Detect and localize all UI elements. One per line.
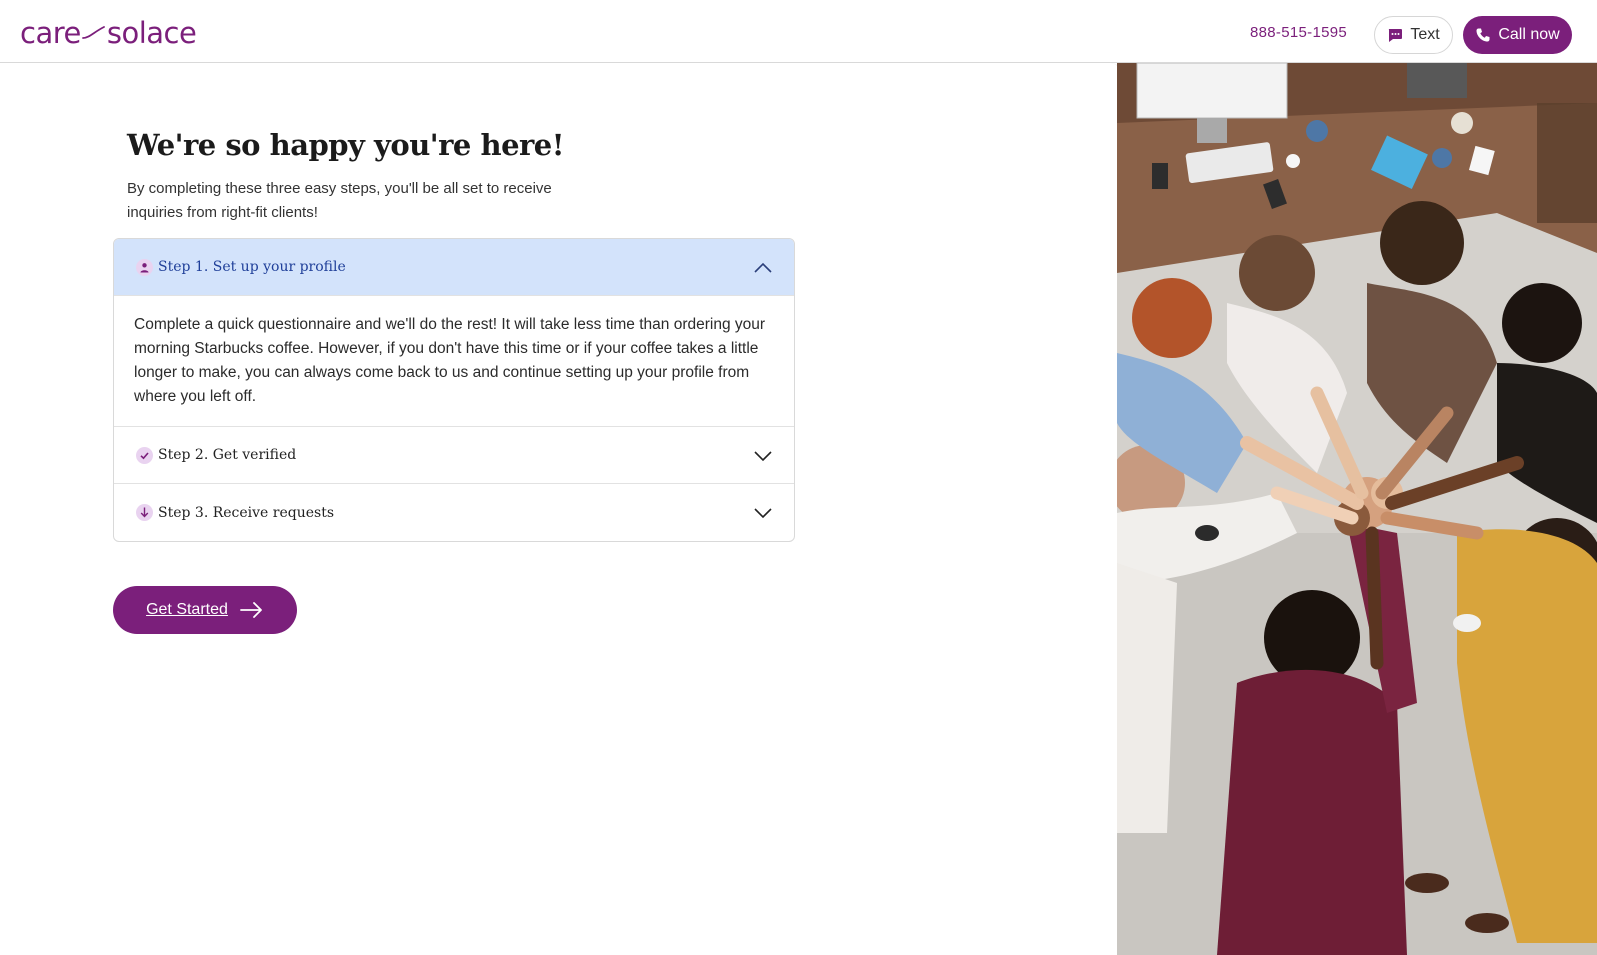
step-3-header[interactable]: Step 3. Receive requests xyxy=(114,484,794,541)
step-1-header[interactable]: Step 1. Set up your profile xyxy=(114,239,794,296)
step-3-label: Step 3. Receive requests xyxy=(158,504,335,521)
phone-number-link[interactable]: 888-515-1595 xyxy=(1250,24,1347,41)
text-button-label: Text xyxy=(1410,26,1440,43)
logo-swoosh-icon xyxy=(81,26,105,39)
chevron-up-icon[interactable] xyxy=(752,257,774,279)
call-now-label: Call now xyxy=(1498,26,1560,43)
chevron-down-icon[interactable] xyxy=(752,502,774,524)
step-1-label: Step 1. Set up your profile xyxy=(158,259,346,275)
call-now-button[interactable]: Call now xyxy=(1463,16,1572,54)
page-subtitle: By completing these three easy steps, yo… xyxy=(127,180,552,221)
arrow-right-icon xyxy=(240,602,262,618)
logo-text-care: care xyxy=(20,16,81,50)
step-2-header[interactable]: Step 2. Get verified xyxy=(114,427,794,484)
top-header: care solace 888-515-1595 Text Call now xyxy=(0,0,1597,63)
step-1-body: Complete a quick questionnaire and we'll… xyxy=(114,296,794,427)
get-started-button[interactable]: Get Started xyxy=(113,586,297,634)
chevron-down-icon[interactable] xyxy=(752,445,774,467)
carsolace-logo[interactable]: care solace xyxy=(20,16,197,50)
page-title: We're so happy you're here! xyxy=(127,128,564,162)
verified-check-icon xyxy=(136,446,153,464)
phone-icon xyxy=(1476,28,1490,42)
get-started-label: Get Started xyxy=(146,601,228,618)
arrow-down-icon xyxy=(136,504,153,521)
person-icon xyxy=(136,258,153,276)
logo-text-solace: solace xyxy=(106,16,197,50)
text-button[interactable]: Text xyxy=(1374,16,1453,54)
steps-accordion: Step 1. Set up your profile Complete a q… xyxy=(113,238,795,542)
step-2-label: Step 2. Get verified xyxy=(158,447,297,463)
chat-bubble-icon xyxy=(1389,29,1403,42)
team-hands-photo xyxy=(1117,63,1597,955)
